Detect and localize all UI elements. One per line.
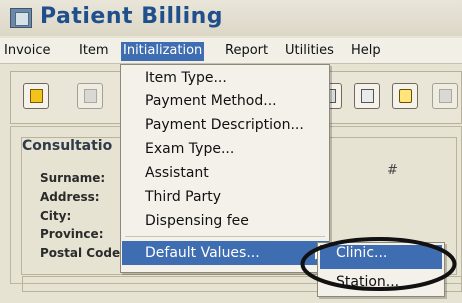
- menu-default-values-label: Default Values...: [145, 245, 260, 261]
- hash-label: #: [387, 163, 398, 178]
- menu-bar: Invoice Item Initialization Report Utili…: [0, 38, 462, 64]
- toolbar-button-printer[interactable]: [354, 83, 380, 109]
- window-title: Patient Billing: [40, 4, 224, 29]
- section-title-consultation: Consultatio: [22, 138, 113, 154]
- menu-utilities[interactable]: Utilities: [283, 42, 336, 61]
- patient-billing-window: Patient Billing Invoice Item Initializat…: [0, 0, 462, 303]
- menu-payment-description[interactable]: Payment Description...: [145, 117, 304, 133]
- label-city: City:: [40, 209, 72, 223]
- menu-assistant[interactable]: Assistant: [145, 165, 209, 181]
- toolbar-button-more[interactable]: [432, 83, 458, 109]
- menu-invoice[interactable]: Invoice: [2, 42, 52, 61]
- toolbar-button-lock[interactable]: [392, 83, 418, 109]
- menu-help[interactable]: Help: [349, 42, 383, 61]
- menu-report[interactable]: Report: [223, 42, 270, 61]
- label-surname: Surname:: [40, 171, 106, 185]
- label-province: Province:: [40, 227, 104, 241]
- app-icon: [10, 8, 32, 28]
- toolbar-button-yellow[interactable]: [23, 83, 49, 109]
- label-postal-code: Postal Code: [40, 246, 121, 260]
- title-bar: Patient Billing: [0, 0, 462, 36]
- more-icon: [439, 89, 452, 103]
- yellow-icon: [30, 89, 43, 103]
- menu-initialization[interactable]: Initialization: [121, 42, 205, 61]
- menu-item[interactable]: Item: [77, 42, 111, 61]
- menu-item-type[interactable]: Item Type...: [145, 70, 227, 86]
- menu-payment-method[interactable]: Payment Method...: [145, 93, 277, 109]
- lock-icon: [399, 89, 412, 103]
- disabled-icon: [84, 89, 97, 103]
- menu-exam-type[interactable]: Exam Type...: [145, 141, 234, 157]
- annotation-ellipse: [300, 237, 457, 291]
- label-address: Address:: [40, 190, 100, 204]
- printer-icon: [361, 89, 374, 103]
- menu-third-party[interactable]: Third Party: [145, 189, 221, 205]
- menu-separator: [125, 236, 325, 237]
- menu-dispensing-fee[interactable]: Dispensing fee: [145, 213, 249, 229]
- toolbar-button-disabled[interactable]: [77, 83, 103, 109]
